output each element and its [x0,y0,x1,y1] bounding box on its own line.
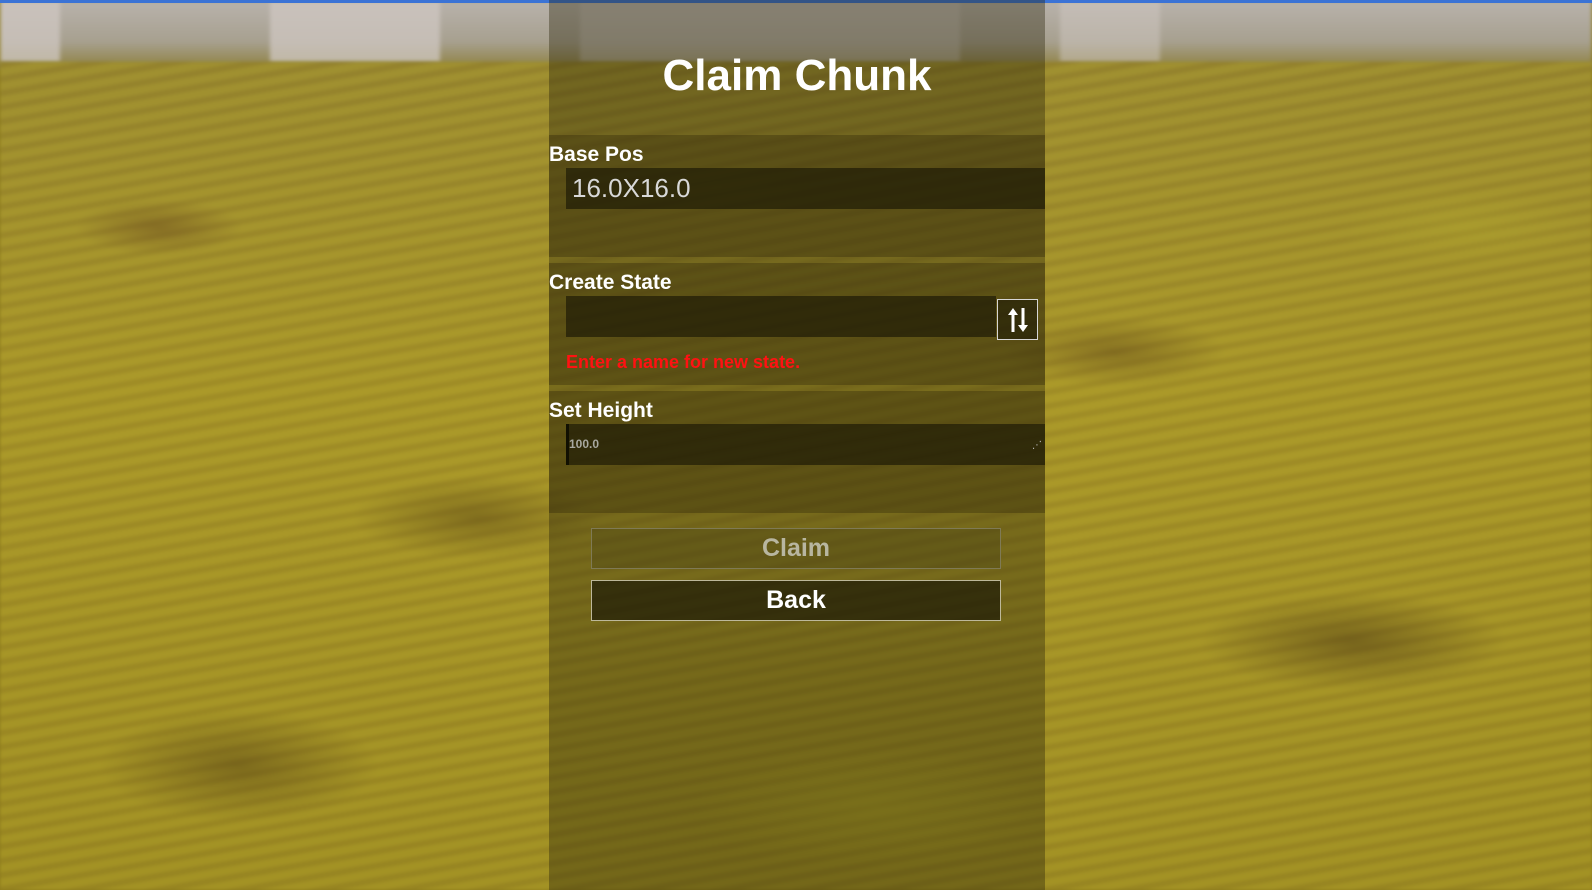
back-button[interactable]: Back [591,580,1001,621]
set-height-label: Set Height [549,399,653,422]
base-pos-field: 16.0X16.0 [566,168,1045,209]
set-height-section: Set Height 100.0 ⋰ [549,391,1045,513]
height-input[interactable]: 100.0 ⋰ [566,424,1045,465]
create-state-label: Create State [549,271,672,294]
distant-wall [0,0,60,62]
base-pos-section: Base Pos 16.0X16.0 [549,135,1045,257]
state-name-error: Enter a name for new state. [566,352,801,372]
claim-button[interactable]: Claim [591,528,1001,569]
base-pos-value: 16.0X16.0 [572,173,691,203]
resize-grip-icon: ⋰ [1032,440,1042,451]
base-pos-label: Base Pos [549,143,644,166]
state-name-input[interactable] [566,296,996,337]
swap-state-button[interactable] [997,299,1038,340]
height-value: 100.0 [569,437,600,451]
create-state-section: Create State Enter a name for new state. [549,263,1045,385]
panel-title: Claim Chunk [662,51,932,100]
distant-wall [1060,0,1160,62]
distant-wall [270,0,440,62]
swap-vertical-arrows-icon [1007,307,1028,332]
